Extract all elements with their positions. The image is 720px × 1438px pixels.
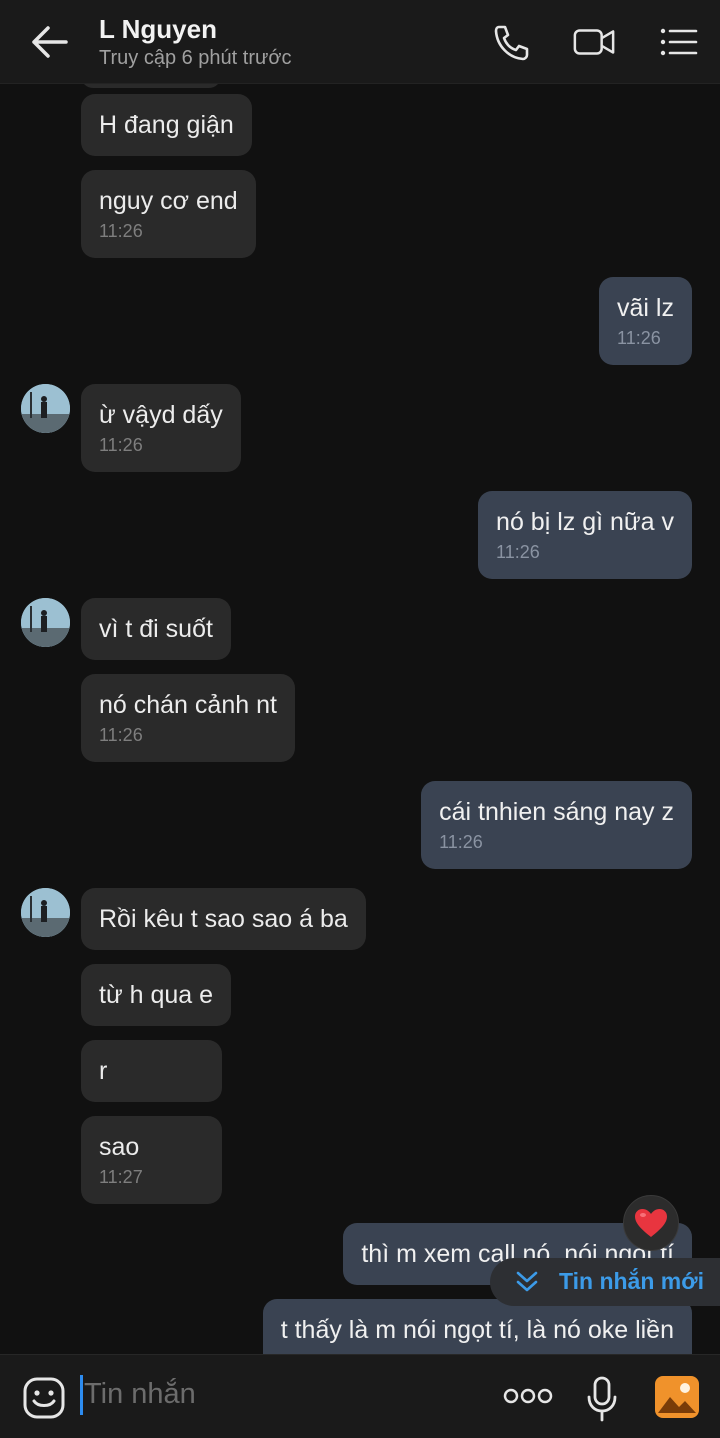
message-text: H đang giận [99,111,234,139]
message-bubble[interactable]: H đang giận [81,94,252,156]
sticker-emoji-icon[interactable] [22,1376,66,1420]
message-time: 11:26 [496,542,540,562]
message-time: 11:26 [99,725,143,745]
message-text: vì t đi suốt [99,615,213,643]
message-text: ừ vậyd dấy [99,401,223,429]
message-bubble[interactable]: vãi lz 11:26 [599,277,692,365]
message-input[interactable]: Tin nhắn [84,1378,196,1411]
message-list[interactable]: H đang giận nguy cơ end 11:26 vãi lz 11:… [0,84,720,1354]
message-time: 11:26 [439,832,483,852]
avatar[interactable] [21,384,70,433]
message-bubble-partial [81,84,221,88]
message-bubble[interactable]: ừ vậyd dấy 11:26 [81,384,241,472]
message-bubble[interactable]: r [81,1040,222,1102]
message-text: vãi lz [617,294,674,322]
message-text: sao [99,1133,140,1161]
menu-list-icon[interactable] [656,22,700,62]
message-bubble[interactable]: cái tnhien sáng nay z 11:26 [421,781,692,869]
reaction-badge[interactable] [623,1195,679,1251]
avatar-image [21,598,70,647]
message-bubble[interactable]: Rồi kêu t sao sao á ba [81,888,366,950]
message-bubble[interactable]: t thấy là m nói ngọt tí, là nó oke liền [262,1299,692,1354]
message-bubble[interactable]: từ h qua e [81,964,232,1026]
contact-name[interactable]: L Nguyen [99,14,217,45]
message-time: 11:26 [99,221,143,241]
message-text: nó chán cảnh nt [99,691,277,719]
text-cursor [80,1375,83,1415]
phone-call-icon[interactable] [490,22,534,62]
last-seen-status: Truy cập 6 phút trước [99,47,292,69]
message-time: 11:27 [99,1167,143,1187]
message-bubble[interactable]: nó chán cảnh nt 11:26 [81,674,295,762]
chat-header: L Nguyen Truy cập 6 phút trước [0,0,720,84]
message-bubble[interactable]: nguy cơ end 11:26 [81,170,256,258]
double-chevron-down-icon [516,1271,538,1292]
message-bubble[interactable]: nó bị lz gì nữa v 11:26 [478,491,692,579]
message-text: r [99,1057,108,1085]
message-text: Rồi kêu t sao sao á ba [99,905,348,933]
avatar[interactable] [21,888,70,937]
avatar-image [21,888,70,937]
video-call-icon[interactable] [572,22,616,62]
heart-icon [635,1209,667,1237]
message-time: 11:26 [99,435,143,455]
new-messages-button[interactable]: Tin nhắn mới [490,1258,720,1306]
message-text: từ h qua e [99,981,214,1009]
message-bubble[interactable]: sao 11:27 [81,1116,222,1204]
microphone-icon[interactable] [585,1375,619,1423]
message-text: t thấy là m nói ngọt tí, là nó oke liền [280,1316,674,1344]
more-options-icon[interactable] [503,1386,553,1406]
new-messages-label: Tin nhắn mới [559,1268,704,1294]
message-bubble[interactable]: vì t đi suốt [81,598,231,660]
message-time: 11:26 [617,328,661,348]
message-text: nó bị lz gì nữa v [496,508,674,536]
message-text: cái tnhien sáng nay z [439,798,674,826]
avatar[interactable] [21,598,70,647]
back-arrow-icon[interactable] [26,22,72,62]
composer-bar: Tin nhắn [0,1354,720,1438]
avatar-image [21,384,70,433]
message-text: nguy cơ end [99,187,238,215]
gallery-image-icon[interactable] [654,1375,700,1419]
